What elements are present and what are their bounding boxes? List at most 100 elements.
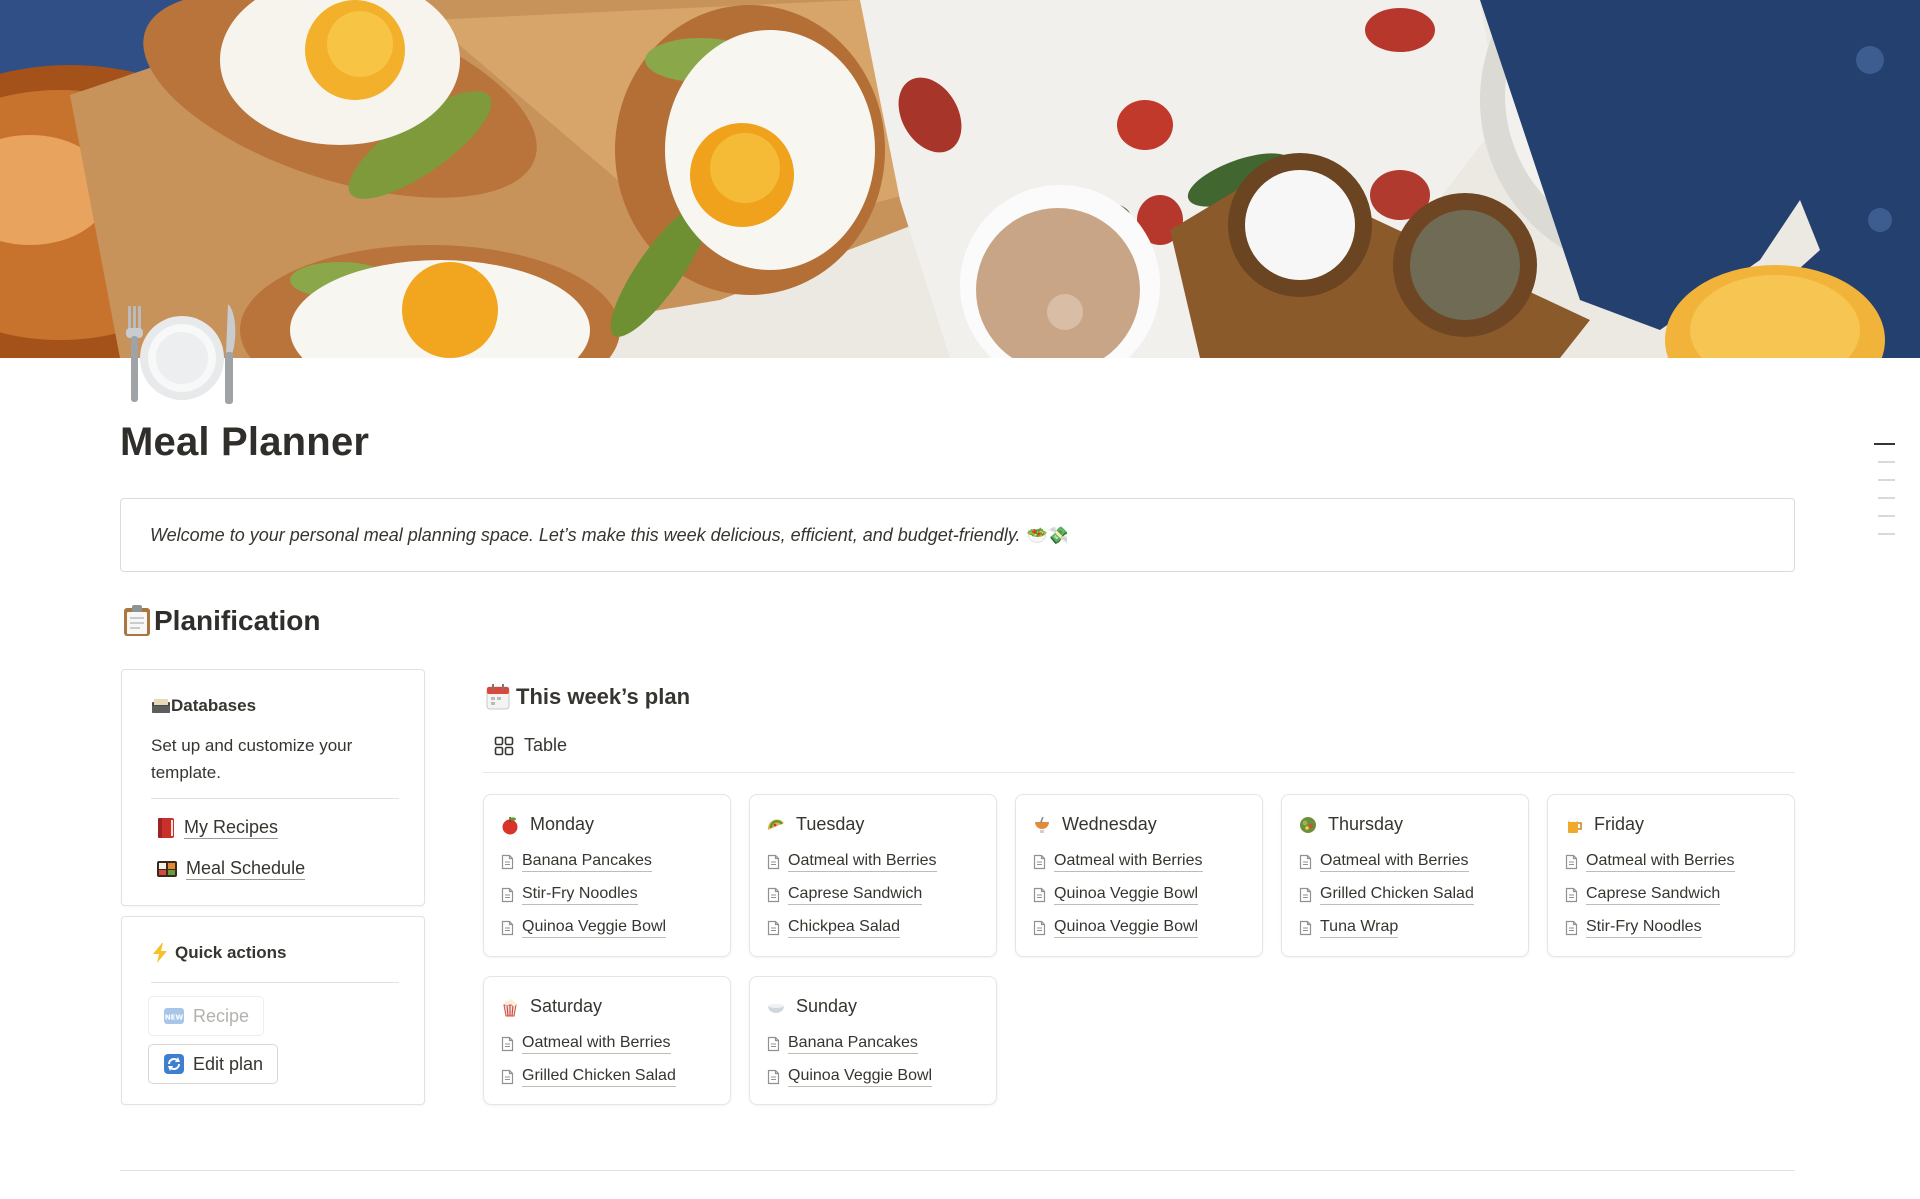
meal-item[interactable]: Caprese Sandwich bbox=[1565, 884, 1721, 905]
bento-box-icon bbox=[157, 860, 177, 877]
clipboard-icon bbox=[124, 605, 150, 636]
day-name[interactable]: Sunday bbox=[796, 996, 857, 1017]
callout-message: Welcome to your personal meal planning s… bbox=[150, 524, 1021, 545]
page-icon bbox=[767, 1036, 780, 1051]
page-icon bbox=[1565, 920, 1578, 935]
meal-item[interactable]: Grilled Chicken Salad bbox=[501, 1066, 676, 1087]
taco-icon bbox=[767, 818, 784, 830]
day-card-monday[interactable]: Monday Banana Pancakes Stir-Fry Noodles … bbox=[483, 794, 731, 957]
day-card-thursday[interactable]: Thursday Oatmeal with Berries Grilled Ch… bbox=[1281, 794, 1529, 957]
meal-item[interactable]: Quinoa Veggie Bowl bbox=[1033, 917, 1199, 938]
databases-card: Databases Set up and customize your temp… bbox=[121, 669, 425, 906]
toc-mark[interactable] bbox=[1878, 533, 1895, 535]
meal-item[interactable]: Oatmeal with Berries bbox=[501, 1033, 671, 1054]
day-card-saturday[interactable]: Saturday Oatmeal with Berries Grilled Ch… bbox=[483, 976, 731, 1105]
meal-schedule-label[interactable]: Meal Schedule bbox=[186, 857, 306, 880]
toc-mark[interactable] bbox=[1878, 515, 1895, 517]
plate-with-cutlery-icon[interactable] bbox=[120, 300, 244, 412]
meal-label[interactable]: Banana Pancakes bbox=[788, 1033, 918, 1054]
day-name[interactable]: Tuesday bbox=[796, 814, 864, 835]
meal-item[interactable]: Quinoa Veggie Bowl bbox=[501, 917, 667, 938]
meal-label[interactable]: Oatmeal with Berries bbox=[1320, 851, 1469, 872]
meal-label[interactable]: Oatmeal with Berries bbox=[522, 1033, 671, 1054]
day-card-sunday[interactable]: Sunday Banana Pancakes Quinoa Veggie Bow… bbox=[749, 976, 997, 1105]
meal-label[interactable]: Oatmeal with Berries bbox=[1586, 851, 1735, 872]
meal-label[interactable]: Quinoa Veggie Bowl bbox=[522, 917, 667, 938]
section-heading: Planification bbox=[122, 604, 320, 637]
meal-item[interactable]: Oatmeal with Berries bbox=[1033, 851, 1203, 872]
meal-item[interactable]: Oatmeal with Berries bbox=[1565, 851, 1735, 872]
meal-label[interactable]: Chickpea Salad bbox=[788, 917, 901, 938]
meal-label[interactable]: Quinoa Veggie Bowl bbox=[1054, 917, 1199, 938]
day-header[interactable]: Sunday bbox=[766, 996, 857, 1017]
day-name[interactable]: Monday bbox=[530, 814, 594, 835]
meal-label[interactable]: Grilled Chicken Salad bbox=[1320, 884, 1474, 905]
page-icon bbox=[767, 1069, 780, 1084]
meal-label[interactable]: Caprese Sandwich bbox=[788, 884, 923, 905]
meal-item[interactable]: Stir-Fry Noodles bbox=[1565, 917, 1702, 938]
meal-label[interactable]: Stir-Fry Noodles bbox=[1586, 917, 1702, 938]
salad-icon bbox=[1300, 816, 1316, 833]
meal-item[interactable]: Oatmeal with Berries bbox=[767, 851, 937, 872]
toc-mark[interactable] bbox=[1878, 479, 1895, 481]
recipe-button-label[interactable]: Recipe bbox=[193, 1006, 249, 1027]
meal-item[interactable]: Quinoa Veggie Bowl bbox=[1033, 884, 1199, 905]
day-header[interactable]: Thursday bbox=[1298, 814, 1403, 835]
day-card-wednesday[interactable]: Wednesday Oatmeal with Berries Quinoa Ve… bbox=[1015, 794, 1263, 957]
day-name[interactable]: Wednesday bbox=[1062, 814, 1157, 835]
day-header[interactable]: Tuesday bbox=[766, 814, 864, 835]
meal-item[interactable]: Banana Pancakes bbox=[501, 851, 652, 872]
page-icon bbox=[1033, 920, 1046, 935]
meal-label[interactable]: Caprese Sandwich bbox=[1586, 884, 1721, 905]
my-recipes-label[interactable]: My Recipes bbox=[184, 816, 279, 839]
my-recipes-link[interactable]: My Recipes bbox=[156, 816, 279, 839]
table-view-label[interactable]: Table bbox=[524, 735, 567, 756]
beer-icon bbox=[1568, 817, 1582, 833]
cover-image bbox=[0, 0, 1920, 358]
grid-icon bbox=[494, 736, 514, 755]
day-name[interactable]: Friday bbox=[1594, 814, 1644, 835]
meal-item[interactable]: Tuna Wrap bbox=[1299, 917, 1399, 938]
day-header[interactable]: Friday bbox=[1564, 814, 1644, 835]
edit-plan-label[interactable]: Edit plan bbox=[193, 1054, 263, 1075]
meal-item[interactable]: Caprese Sandwich bbox=[767, 884, 923, 905]
meal-label[interactable]: Stir-Fry Noodles bbox=[522, 884, 638, 905]
table-view-tab[interactable]: Table bbox=[494, 735, 567, 756]
meal-item[interactable]: Chickpea Salad bbox=[767, 917, 901, 938]
toc-mark[interactable] bbox=[1878, 497, 1895, 499]
meal-label[interactable]: Quinoa Veggie Bowl bbox=[1054, 884, 1199, 905]
day-header[interactable]: Wednesday bbox=[1032, 814, 1157, 835]
salad-money-emoji: 🥗💸 bbox=[1026, 525, 1069, 545]
meal-label[interactable]: Tuna Wrap bbox=[1320, 917, 1399, 938]
meal-label[interactable]: Grilled Chicken Salad bbox=[522, 1066, 676, 1087]
day-header[interactable]: Saturday bbox=[500, 996, 602, 1017]
new-recipe-button[interactable]: NEW Recipe bbox=[148, 996, 265, 1036]
meal-item[interactable]: Banana Pancakes bbox=[767, 1033, 918, 1054]
meal-item[interactable]: Oatmeal with Berries bbox=[1299, 851, 1469, 872]
toc-mark[interactable] bbox=[1874, 443, 1895, 445]
page-icon bbox=[1565, 887, 1578, 902]
meal-label[interactable]: Quinoa Veggie Bowl bbox=[788, 1066, 933, 1087]
meal-label[interactable]: Oatmeal with Berries bbox=[788, 851, 937, 872]
day-card-friday[interactable]: Friday Oatmeal with Berries Caprese Sand… bbox=[1547, 794, 1795, 957]
day-name[interactable]: Thursday bbox=[1328, 814, 1403, 835]
meal-schedule-link[interactable]: Meal Schedule bbox=[156, 857, 306, 880]
quick-actions-label: Quick actions bbox=[175, 943, 287, 962]
meal-label[interactable]: Oatmeal with Berries bbox=[1054, 851, 1203, 872]
day-name[interactable]: Saturday bbox=[530, 996, 602, 1017]
day-card-tuesday[interactable]: Tuesday Oatmeal with Berries Caprese San… bbox=[749, 794, 997, 957]
meal-item[interactable]: Quinoa Veggie Bowl bbox=[767, 1066, 933, 1087]
toc-mark[interactable] bbox=[1878, 461, 1895, 463]
page-icon bbox=[501, 887, 514, 902]
day-header[interactable]: Monday bbox=[500, 814, 594, 835]
meal-label[interactable]: Banana Pancakes bbox=[522, 851, 652, 872]
edit-plan-button[interactable]: Edit plan bbox=[148, 1044, 279, 1084]
page-icon bbox=[1033, 887, 1046, 902]
meal-item[interactable]: Stir-Fry Noodles bbox=[501, 884, 638, 905]
page-icon bbox=[767, 920, 780, 935]
databases-title: Databases bbox=[151, 696, 256, 716]
calendar-icon bbox=[486, 684, 510, 710]
meal-item[interactable]: Grilled Chicken Salad bbox=[1299, 884, 1474, 905]
table-of-contents[interactable] bbox=[1874, 443, 1896, 551]
view-divider bbox=[483, 772, 1795, 773]
